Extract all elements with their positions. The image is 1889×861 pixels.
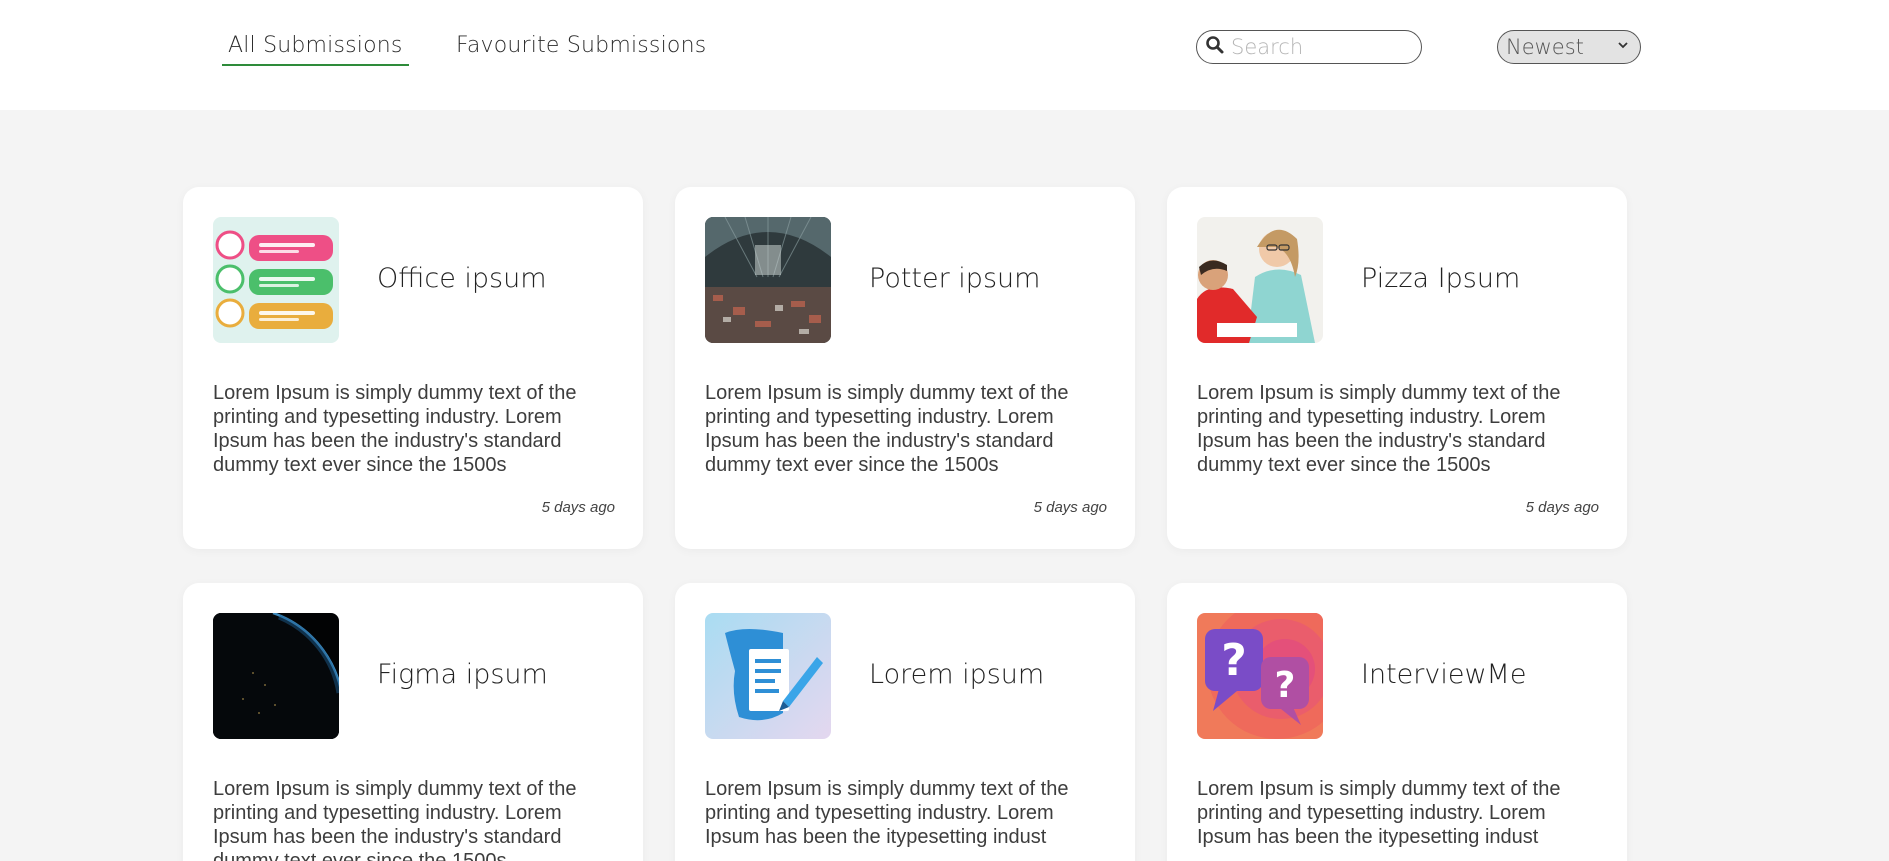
sort-select[interactable]: Newest <box>1497 30 1641 64</box>
search-box[interactable] <box>1196 30 1422 64</box>
card-timestamp: 5 days ago <box>541 499 615 516</box>
card-title: Office ipsum <box>377 263 547 294</box>
card-title: Lorem ipsum <box>869 659 1045 690</box>
card-title: InterviewMe <box>1361 659 1527 690</box>
submission-card[interactable]: Office ipsum Lorem Ipsum is simply dummy… <box>183 187 643 549</box>
search-icon <box>1205 35 1225 60</box>
card-description: Lorem Ipsum is simply dummy text of the … <box>705 778 1069 848</box>
card-title: Pizza Ipsum <box>1361 263 1521 294</box>
tab-all-submissions[interactable]: All Submissions <box>222 33 409 66</box>
market-hall-photo <box>705 217 831 343</box>
submission-card[interactable]: Potter ipsum Lorem Ipsum is simply dummy… <box>675 187 1135 549</box>
document-pen-icon <box>705 613 831 739</box>
submission-card[interactable]: ? ? InterviewMe Lorem Ipsum is simply du… <box>1167 583 1627 861</box>
submission-card[interactable]: Figma ipsum Lorem Ipsum is simply dummy … <box>183 583 643 861</box>
card-description: Lorem Ipsum is simply dummy text of the … <box>213 382 577 476</box>
tab-favourite-submissions[interactable]: Favourite Submissions <box>456 33 706 58</box>
quiz-abc-icon <box>213 217 339 343</box>
question-bubbles-icon: ? ? <box>1197 613 1323 739</box>
card-timestamp: 5 days ago <box>1525 499 1599 516</box>
svg-text:?: ? <box>1221 635 1247 686</box>
submission-card[interactable]: Pizza Ipsum Lorem Ipsum is simply dummy … <box>1167 187 1627 549</box>
earth-at-night-photo <box>213 613 339 739</box>
search-input[interactable] <box>1231 35 1411 59</box>
card-description: Lorem Ipsum is simply dummy text of the … <box>1197 778 1561 848</box>
card-timestamp: 5 days ago <box>1033 499 1107 516</box>
card-description: Lorem Ipsum is simply dummy text of the … <box>213 778 577 861</box>
chevron-down-icon <box>1616 38 1630 57</box>
sort-selected-value: Newest <box>1506 35 1584 59</box>
card-description: Lorem Ipsum is simply dummy text of the … <box>705 382 1069 476</box>
top-nav-bar: All Submissions Favourite Submissions Ne… <box>0 0 1889 110</box>
teacher-student-photo <box>1197 217 1323 343</box>
card-description: Lorem Ipsum is simply dummy text of the … <box>1197 382 1561 476</box>
svg-text:?: ? <box>1275 665 1296 706</box>
card-title: Figma ipsum <box>377 659 548 690</box>
card-title: Potter ipsum <box>869 263 1041 294</box>
submission-card[interactable]: Lorem ipsum Lorem Ipsum is simply dummy … <box>675 583 1135 861</box>
